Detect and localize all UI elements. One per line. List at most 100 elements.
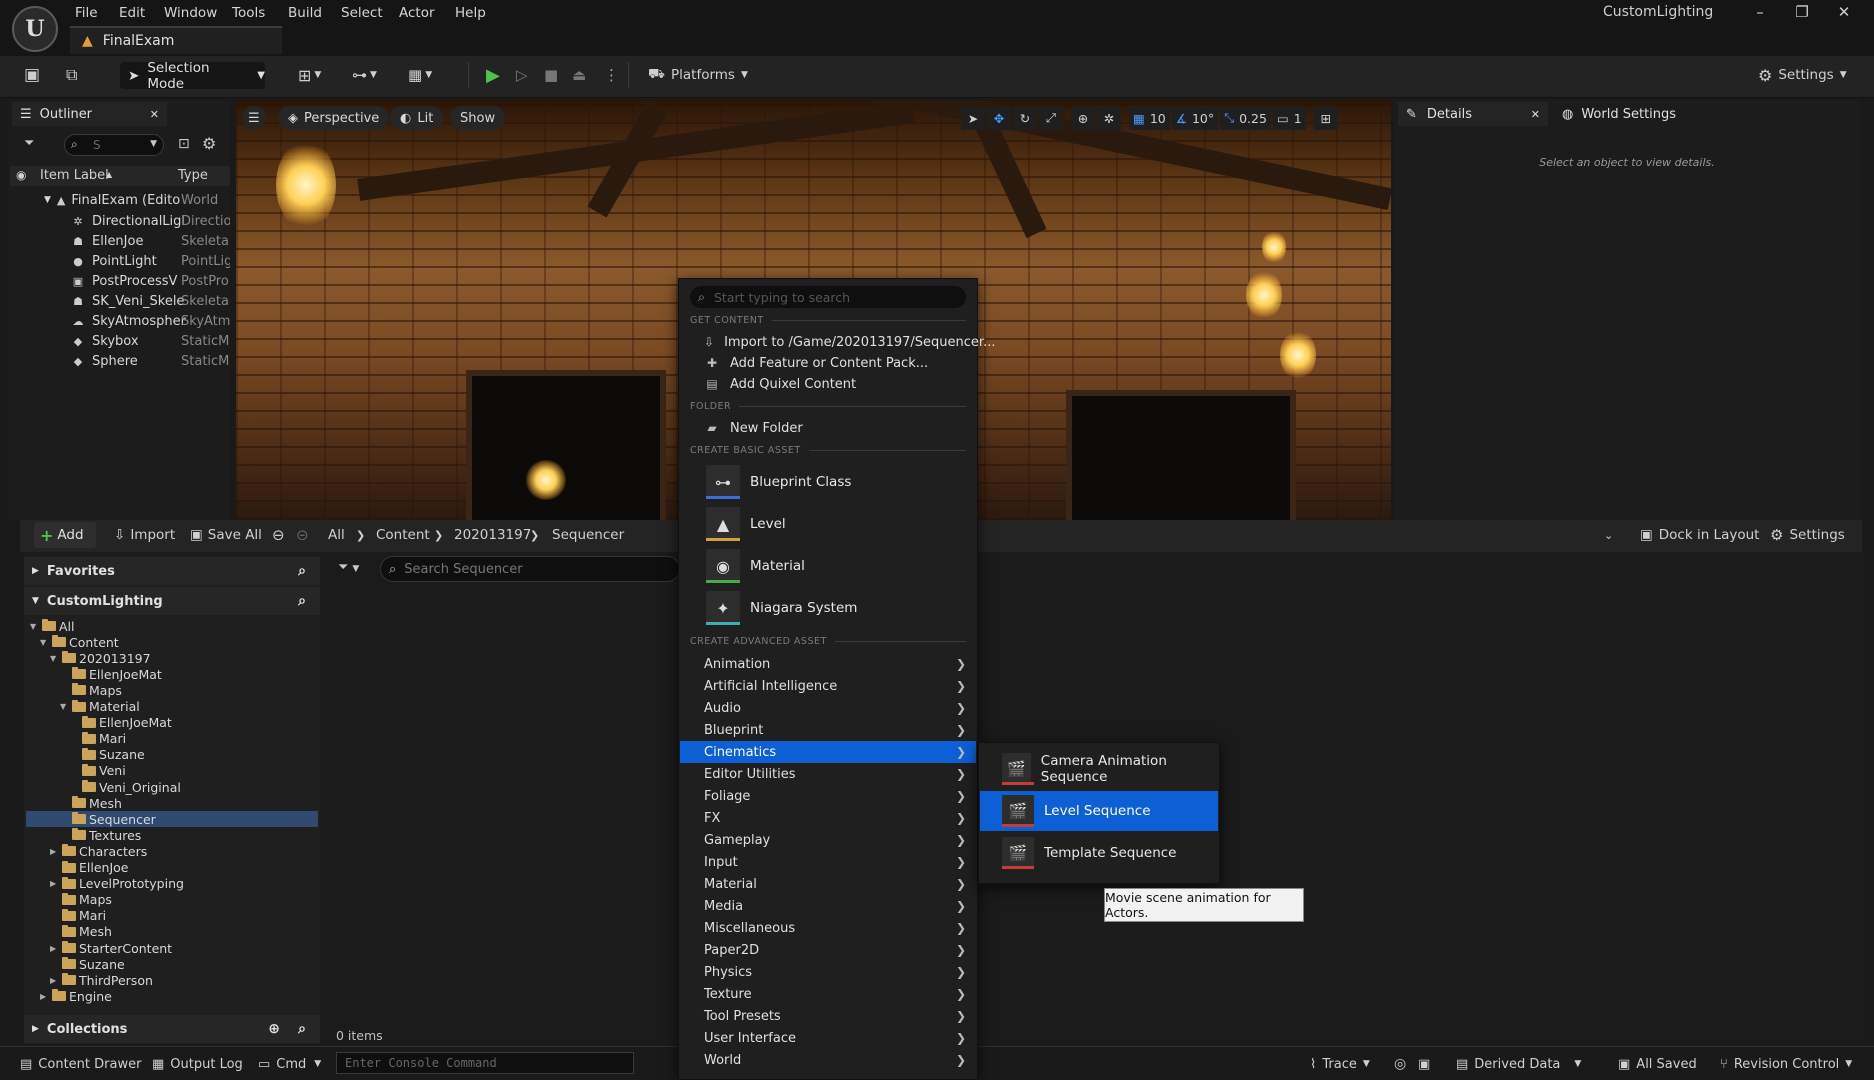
outliner-row[interactable]: ☗ SK_Veni_Skele Skeletal [10,291,230,311]
derived-data-dropdown[interactable]: ▤ Derived Data ▼ [1456,1054,1581,1074]
viewport-menu-icon[interactable]: ☰ [242,106,266,130]
screenshot-icon[interactable]: ▣ [1418,1054,1430,1074]
forward-icon[interactable]: ⊝ [296,522,309,548]
advanced-asset-item[interactable]: Input ❯ [680,851,976,873]
advanced-asset-item[interactable]: Physics ❯ [680,961,976,983]
settings-dropdown[interactable]: ⚙ Settings ▼ [1758,62,1847,88]
advanced-asset-item[interactable]: Artificial Intelligence ❯ [680,675,976,697]
outliner-row[interactable]: ☁ SkyAtmospher SkyAtm [10,311,231,331]
revision-control-dropdown[interactable]: ⑂ Revision Control ▼ [1720,1054,1852,1074]
cinematics-submenu-item[interactable]: 🎬 Template Sequence [980,833,1218,873]
advanced-asset-item[interactable]: Foliage ❯ [680,785,976,807]
tab-outliner[interactable]: ☰ Outliner ✕ [12,102,167,126]
tree-item[interactable]: ▶ Characters [26,843,318,859]
basic-asset-item[interactable]: ◉ Material [680,546,976,586]
advanced-asset-item[interactable]: Editor Utilities ❯ [680,763,976,785]
advanced-asset-item[interactable]: Cinematics ❯ [680,741,976,763]
outliner-search-input[interactable]: ⌕ S ▼ [64,134,164,156]
chevron-right-icon[interactable]: ▶ [50,879,62,888]
chevron-down-icon[interactable]: ▼ [40,638,52,647]
lit-button[interactable]: ◐ Lit [390,106,444,130]
filter-icon[interactable]: ⏷ [24,136,34,151]
minimize-button[interactable]: – [1740,0,1780,24]
tree-item[interactable]: ▶ Engine [26,988,318,1004]
show-button[interactable]: Show [450,106,506,130]
outliner-row[interactable]: ✲ DirectionalLigl Directio [10,211,230,231]
outliner-row[interactable]: ● PointLight PointLig [10,251,230,271]
scale-tool-icon[interactable]: ⤢ [1039,106,1063,130]
advanced-asset-item[interactable]: Paper2D ❯ [680,939,976,961]
trace-dropdown[interactable]: ⌇ Trace ▼ [1310,1054,1370,1074]
chevron-down-icon[interactable]: ▼ [60,702,72,711]
add-collection-icon[interactable]: ⊕ [268,1021,280,1037]
add-quixel-item[interactable]: ▤ Add Quixel Content [680,374,976,394]
tree-item[interactable]: EllenJoeMat [26,666,318,682]
record-icon[interactable]: ◎ [1394,1054,1406,1074]
col-item-label[interactable]: Item Label [40,168,109,183]
advanced-asset-item[interactable]: Blueprint ❯ [680,719,976,741]
advanced-asset-item[interactable]: Material ❯ [680,873,976,895]
tree-item[interactable]: Mesh [26,924,318,940]
output-log-button[interactable]: ▦ Output Log [152,1054,243,1074]
tree-item[interactable]: ▼ All [26,618,318,634]
tree-item[interactable]: EllenJoe [26,860,318,876]
advanced-asset-item[interactable]: Tool Presets ❯ [680,1005,976,1027]
console-input[interactable]: Enter Console Command [336,1052,634,1074]
chevron-down-icon[interactable]: ⌄ [1604,522,1613,548]
tree-item[interactable]: Veni_Original [26,779,318,795]
breadcrumb-sequencer[interactable]: Sequencer [552,522,624,548]
project-section[interactable]: ▼ CustomLighting ⌕ [24,587,320,615]
chevron-right-icon[interactable]: ▶ [40,992,52,1001]
chevron-right-icon[interactable]: ▶ [50,976,62,985]
tree-item[interactable]: Mesh [26,795,318,811]
translate-tool-icon[interactable]: ✥ [987,106,1011,130]
browse-icon[interactable]: ⧉ [66,62,77,88]
breadcrumb-all[interactable]: All [328,522,345,548]
dock-in-layout-button[interactable]: ▣ Dock in Layout [1640,522,1759,548]
surface-snap-icon[interactable]: ✲ [1097,106,1121,130]
chevron-right-icon[interactable]: ▶ [50,944,62,953]
advanced-asset-item[interactable]: Texture ❯ [680,983,976,1005]
tree-item[interactable]: ▼ 202013197 [26,650,318,666]
tab-details[interactable]: ✎ Details ✕ [1398,102,1548,126]
content-drawer-button[interactable]: ▤ Content Drawer [20,1054,141,1074]
more-options-icon[interactable]: ⋮ [604,62,619,88]
tree-item-selected[interactable]: Sequencer [26,811,318,828]
advanced-asset-item[interactable]: Miscellaneous ❯ [680,917,976,939]
cinematics-submenu-item[interactable]: 🎬 Level Sequence [980,791,1218,831]
tree-item[interactable]: ▶ LevelPrototyping [26,876,318,892]
select-tool-icon[interactable]: ➤ [961,106,985,130]
camera-speed-button[interactable]: ▭ 1 [1272,106,1306,130]
project-tab[interactable]: ▲ FinalExam [70,26,282,54]
outliner-row[interactable]: ▣ PostProcessV PostPro [10,271,230,291]
platforms-dropdown[interactable]: ⛟ Platforms ▼ [648,62,748,88]
add-folder-icon[interactable]: ⊡ [178,136,190,152]
tree-item[interactable]: Suzane [26,747,318,763]
grid-snap-button[interactable]: ▦ 10 [1129,106,1170,130]
new-folder-item[interactable]: ▰ New Folder [680,418,976,438]
basic-asset-item[interactable]: ▲ Level [680,504,976,544]
save-icon[interactable]: ▣ [24,62,40,88]
breadcrumb-202013197[interactable]: 202013197 [454,522,531,548]
close-icon[interactable]: ✕ [150,108,159,121]
filter-icon[interactable]: ⏷ ▼ [338,560,359,575]
tree-item[interactable]: ▼ Content [26,634,318,650]
eject-icon[interactable]: ⏏ [572,62,586,88]
import-to-item[interactable]: ⇩ Import to /Game/202013197/Sequencer... [680,332,995,352]
menu-search-input[interactable]: ⌕ Start typing to search [690,286,966,308]
import-button[interactable]: ⇩ Import [114,522,175,548]
rotate-tool-icon[interactable]: ↻ [1013,106,1037,130]
selection-mode-dropdown[interactable]: ➤ Selection Mode ▼ [120,60,265,92]
tree-item[interactable]: Mari [26,908,318,924]
chevron-down-icon[interactable]: ▼ [30,622,42,631]
menu-help[interactable]: Help [455,2,486,24]
search-icon[interactable]: ⌕ [298,1021,306,1037]
cb-settings-button[interactable]: ⚙ Settings [1770,522,1845,548]
all-saved-button[interactable]: ▣ All Saved [1618,1054,1697,1074]
search-icon[interactable]: ⌕ [298,593,306,609]
tree-item[interactable]: ▶ StarterContent [26,940,318,956]
close-button[interactable]: ✕ [1824,0,1864,24]
outliner-row[interactable]: ◆ Sphere StaticMe [10,351,230,371]
outliner-row[interactable]: ◆ Skybox StaticMe [10,331,230,351]
perspective-button[interactable]: ◈ Perspective [278,106,390,130]
